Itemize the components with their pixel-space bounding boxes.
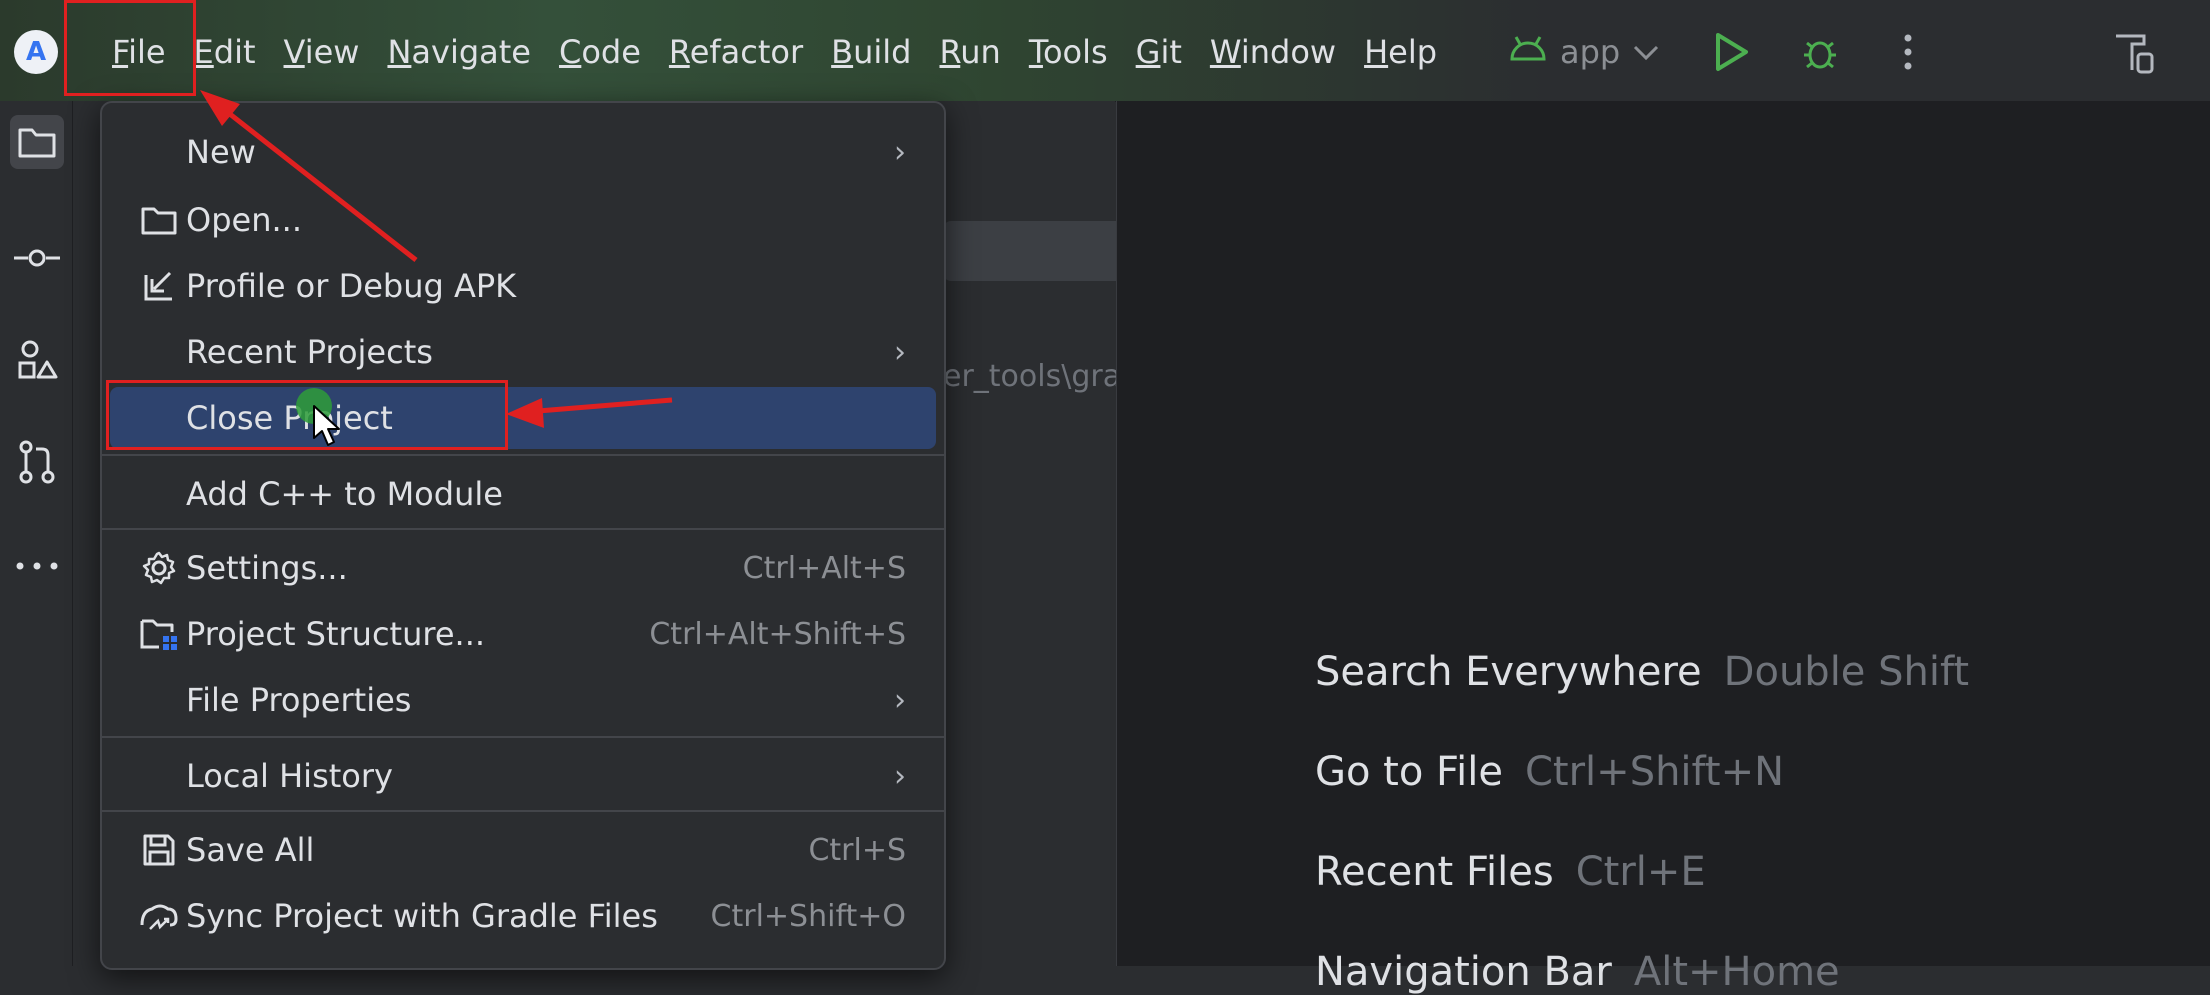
mouse-cursor-icon [313,405,340,446]
annotation-arrows [200,90,673,428]
